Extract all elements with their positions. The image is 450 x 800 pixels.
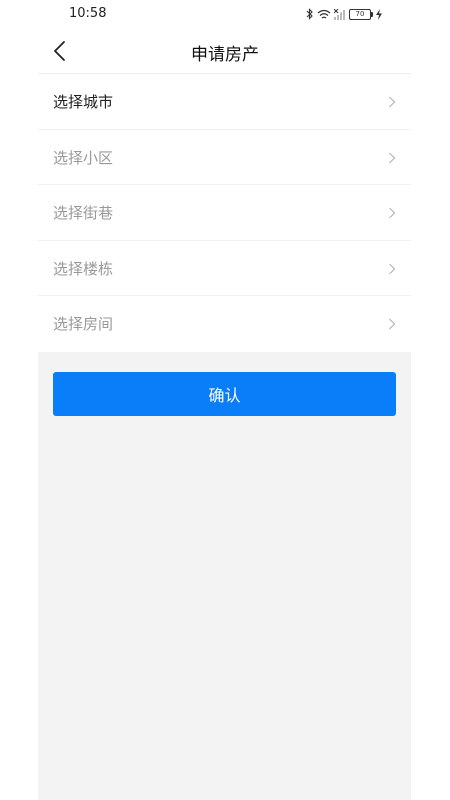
charging-icon [376,8,382,20]
select-room-row[interactable]: 选择房间 [38,296,411,352]
battery-level: 70 [349,8,371,20]
chevron-right-icon [389,152,396,164]
select-street-row[interactable]: 选择街巷 [38,185,411,241]
select-street-label: 选择街巷 [53,204,114,223]
select-community-label: 选择小区 [53,148,114,167]
select-building-label: 选择楼栋 [53,259,114,278]
select-city-row[interactable]: 选择城市 [38,74,411,130]
bluetooth-icon [306,8,313,20]
selection-list: 选择城市 选择小区 选择街巷 选择楼栋 选择房间 [38,73,411,352]
status-icons: 70 [306,7,382,21]
battery-tip [371,11,373,17]
wifi-icon [317,9,331,18]
nav-bar: 申请房产 [0,30,450,73]
battery-icon: 70 [349,8,373,20]
content-area: 选择城市 选择小区 选择街巷 选择楼栋 选择房间 确认 [38,73,411,800]
status-time: 10:58 [69,6,107,21]
select-room-label: 选择房间 [53,315,114,334]
select-city-label: 选择城市 [53,93,114,111]
chevron-right-icon [389,96,396,108]
page-title: 申请房产 [191,45,259,65]
status-bar: 10:58 70 [0,0,450,30]
select-building-row[interactable]: 选择楼栋 [38,241,411,297]
select-community-row[interactable]: 选择小区 [38,130,411,186]
chevron-right-icon [389,207,396,219]
cellular-signal-icon [334,8,345,20]
chevron-right-icon [389,263,396,275]
confirm-button[interactable]: 确认 [53,372,396,416]
chevron-right-icon [389,318,396,330]
